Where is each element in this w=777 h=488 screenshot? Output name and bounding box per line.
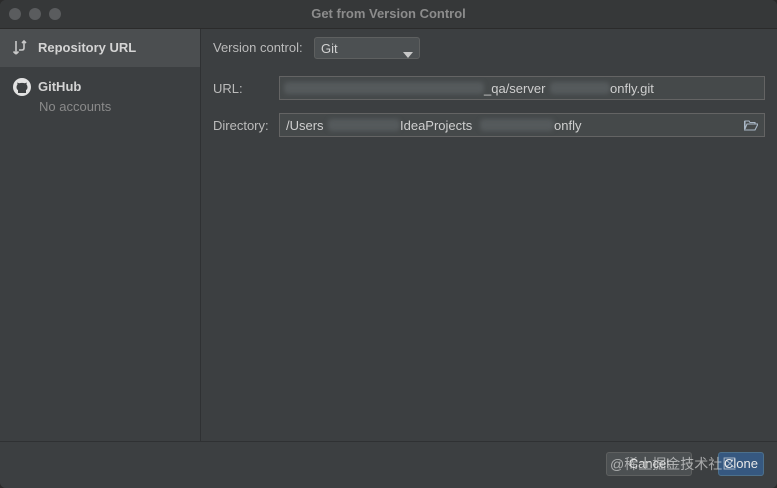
sidebar-item-subtext: No accounts [39,99,112,114]
directory-input[interactable]: /Users IdeaProjects onfly [279,113,765,137]
dialog-window: Get from Version Control Repository URL … [0,0,777,488]
chevron-down-icon [403,46,413,61]
redacted-text [550,82,610,94]
directory-value-part: onfly [554,118,582,133]
url-input[interactable]: _qa/server onfly.git [279,76,765,100]
redacted-text [284,82,484,94]
directory-value-part: IdeaProjects [400,118,473,133]
version-control-select[interactable]: Git [314,37,420,59]
github-icon [12,77,32,100]
redacted-text [480,119,554,131]
url-label: URL: [213,81,243,96]
redacted-text [328,119,400,131]
sidebar-item-repository-url[interactable]: Repository URL [0,29,200,67]
title-bar: Get from Version Control [0,0,777,29]
version-control-value: Git [321,41,338,56]
window-title: Get from Version Control [311,6,466,21]
url-value-part: onfly.git [610,81,654,96]
sidebar-item-label: Repository URL [38,40,137,55]
url-value-part: _qa/server [484,81,546,96]
version-control-label: Version control: [213,40,303,55]
directory-value-part: /Users [286,118,324,133]
sidebar-item-label: GitHub [38,79,82,94]
watermark: @稀土掘金技术社区 [610,456,737,472]
vcs-branch-icon [12,39,30,60]
folder-open-icon[interactable] [743,119,759,134]
sidebar-item-github[interactable]: GitHub No accounts [0,73,200,123]
sidebar: Repository URL GitHub No accounts [0,29,201,441]
directory-label: Directory: [213,118,269,133]
